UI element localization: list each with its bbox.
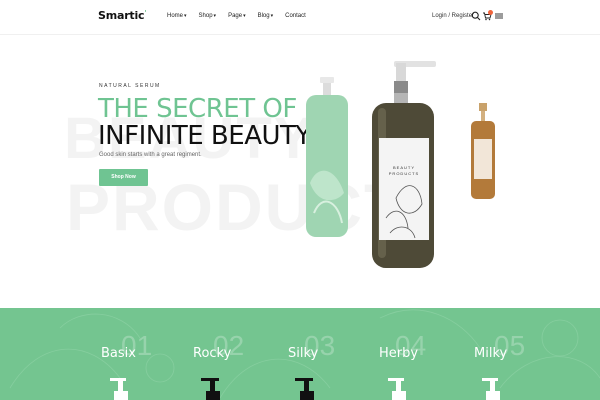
logo-text: Smartic [98, 9, 145, 22]
amber-bottle-image [372, 61, 436, 268]
category-name: Silky [288, 346, 319, 361]
nav-item-label: Blog [257, 13, 270, 19]
category-name: Rocky [193, 346, 232, 361]
logo-mark: ' [144, 9, 147, 17]
nav-item-shop[interactable]: Shop ▾ [199, 13, 217, 19]
pump-bottle-black-icon [201, 378, 220, 400]
green-bottle-image [306, 77, 348, 237]
menu-icon[interactable] [494, 11, 504, 21]
nav-item-label: Shop [198, 13, 213, 19]
nav-item-page[interactable]: Page ▾ [228, 13, 246, 19]
chevron-down-icon: ▾ [243, 13, 246, 19]
category-name: Milky [474, 346, 508, 361]
shop-now-button[interactable]: Shop Now [99, 169, 148, 186]
hero-subtitle: Good skin starts with a great regiment. [99, 152, 202, 158]
hero-kicker: NATURAL SERUM [99, 83, 161, 89]
nav-item-home[interactable]: Home ▾ [167, 13, 187, 19]
pump-bottle-white-icon [482, 378, 500, 400]
chevron-down-icon: ▾ [184, 13, 187, 19]
site-header: Smartic' Home ▾ Shop ▾ Page ▾ Blog ▾ Contact… [0, 0, 600, 35]
hero-title-line2: INFINITE BEAUTY [98, 121, 311, 151]
main-nav: Home ▾ Shop ▾ Page ▾ Blog ▾ Contact [167, 13, 306, 19]
hero-section: BEAUTY PRODUCT NATURAL SERUM THE SECRET … [0, 35, 600, 308]
small-bottle-image [471, 103, 495, 199]
nav-item-blog[interactable]: Blog ▾ [258, 13, 274, 19]
category-band: 01 Basix 02 Rocky 03 Silky 04 Herby 05 M… [0, 308, 600, 400]
nav-item-label: Page [228, 13, 243, 19]
cart-count-badge [488, 10, 493, 15]
login-register-link[interactable]: Login / Register [432, 13, 474, 19]
chevron-down-icon: ▾ [213, 13, 217, 19]
hero-title-line1: THE SECRET OF [98, 94, 297, 124]
chevron-down-icon: ▾ [270, 13, 274, 19]
category-name: Basix [101, 346, 136, 361]
nav-item-label: Contact [285, 13, 306, 19]
pump-bottle-white-icon [110, 378, 128, 400]
pump-bottle-black-icon [295, 378, 314, 400]
bottle-label-text: BEAUTY PRODUCTS [388, 165, 420, 176]
logo[interactable]: Smartic' [98, 9, 147, 22]
nav-item-label: Home [167, 13, 184, 19]
pump-bottle-white-icon [388, 378, 406, 400]
nav-item-contact[interactable]: Contact [285, 13, 306, 19]
search-icon[interactable] [471, 11, 481, 21]
category-name: Herby [379, 346, 419, 361]
